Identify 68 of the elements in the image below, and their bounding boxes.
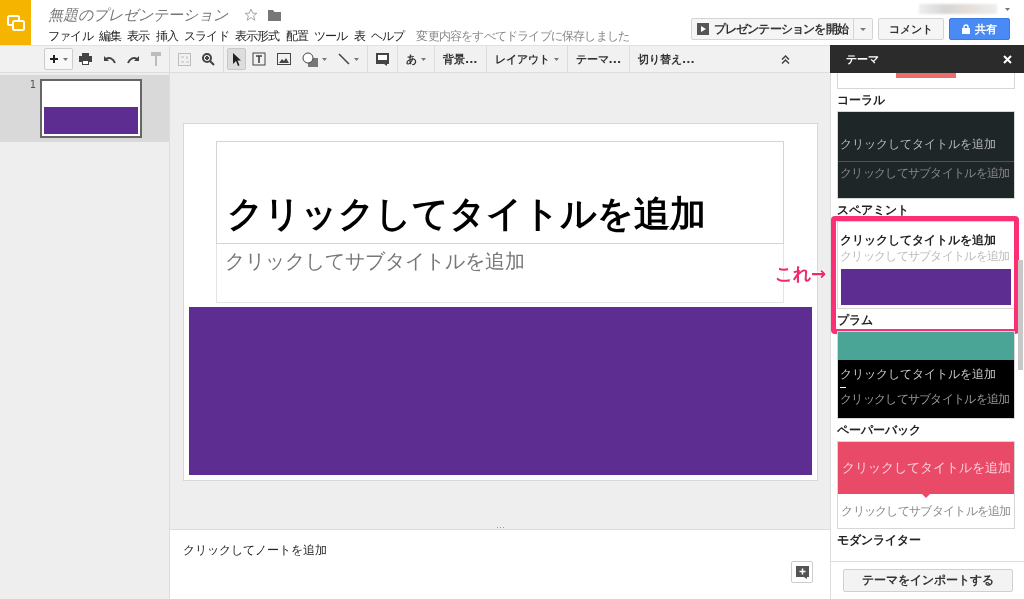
caret-icon (860, 27, 866, 31)
theme-thumbnail[interactable]: クリックしてタイトルを追加 クリックしてサブタイトルを追加 (837, 331, 1015, 419)
thumbnail-title: クリックしてタイトルを追加 (840, 136, 997, 153)
comment-button[interactable]: コメント (878, 18, 944, 40)
comment-icon (376, 52, 389, 66)
menu-item[interactable]: 配置 (285, 28, 309, 45)
folder-icon[interactable] (268, 9, 281, 21)
title-placeholder[interactable]: クリックしてタイトルを追加 (216, 141, 784, 244)
comment-plus-icon (795, 565, 809, 579)
pointer-icon (232, 52, 241, 66)
play-icon (696, 23, 709, 35)
theme-name: モダンライター (837, 532, 922, 547)
star-icon[interactable] (244, 8, 258, 22)
print-icon (79, 53, 92, 65)
plus-icon (49, 54, 59, 64)
toolbar-button[interactable] (44, 48, 73, 70)
menu-item[interactable]: 編集 (98, 28, 122, 45)
lock-icon (962, 24, 970, 34)
panel-title: テーマ (846, 51, 879, 67)
toolbar-button[interactable]: あ (401, 48, 431, 70)
import-theme-button[interactable]: テーマをインポートする (842, 569, 1013, 592)
slide-thumbnail-row[interactable]: 1 (0, 75, 169, 142)
slide-number: 1 (28, 79, 37, 90)
layout-icon (178, 52, 191, 66)
save-status[interactable]: 変更内容をすべてドライブに保存しました (416, 28, 630, 45)
toolbar-button[interactable]: 切り替え... (633, 48, 700, 70)
theme-name: コーラル (837, 92, 886, 107)
image-icon (277, 53, 291, 65)
zoom-icon (202, 52, 215, 66)
undo-icon (103, 54, 116, 64)
resize-handle[interactable] (496, 526, 504, 529)
add-comment-button[interactable] (791, 561, 813, 583)
menu-item[interactable]: スライド (184, 28, 229, 45)
theme-thumbnail[interactable]: クリックしてタイトルを追加 クリックしてサブタイトルを追加 (837, 111, 1015, 199)
menu-item[interactable]: ツール (314, 28, 348, 45)
present-button[interactable]: プレゼンテーションを開始 (690, 18, 854, 40)
caret-icon (1005, 7, 1010, 11)
document-title[interactable]: 無題のプレゼンテーション (48, 5, 228, 25)
line-icon (338, 53, 350, 65)
thumbnail-title: クリックしてタイトルを追加 (840, 366, 997, 383)
menu-item[interactable]: 挿入 (155, 28, 179, 45)
speaker-notes-field[interactable]: クリックしてノートを追加 (183, 542, 327, 559)
text-box-icon (252, 52, 266, 66)
theme-thumbnail[interactable]: クリックしてタイトルを追加 クリックしてサブタイトルを追加 (837, 441, 1015, 529)
menu-item[interactable]: ヘルプ (370, 28, 405, 45)
menu-item[interactable]: 表 (353, 28, 365, 45)
theme-name: スペアミント (837, 202, 910, 217)
toolbar-button[interactable]: テーマ... (570, 48, 627, 70)
scrollbar[interactable] (1018, 260, 1023, 370)
redo-icon (127, 54, 140, 64)
toolbar-button[interactable] (227, 48, 246, 70)
theme-name: ペーパーバック (837, 422, 922, 437)
menu-item[interactable]: ファイル (48, 28, 93, 45)
paint-roller-icon (151, 52, 161, 66)
close-icon[interactable] (1003, 54, 1012, 64)
thumbnail-subtitle: クリックしてサブタイトルを追加 (840, 166, 1011, 181)
shapes-icon (302, 51, 318, 67)
thumbnail-subtitle: クリックしてサブタイトルを追加 (840, 392, 1011, 407)
collapse-icon[interactable] (781, 54, 790, 64)
thumbnail-title: クリックしてタイトルを追加 (841, 459, 1011, 477)
slide-thumbnail[interactable] (40, 79, 142, 138)
menu-item[interactable]: 表示形式 (234, 28, 280, 45)
menu-item[interactable]: 表示 (127, 28, 150, 45)
thumbnail-subtitle: クリックしてサブタイトルを追加 (841, 503, 1011, 519)
theme-name: プラム (837, 312, 874, 327)
thumbnail-title: クリックしてタイトルを追加 (840, 232, 997, 249)
toolbar-button[interactable]: 背景... (438, 48, 483, 70)
toolbar-button[interactable]: レイアウト (489, 48, 564, 70)
